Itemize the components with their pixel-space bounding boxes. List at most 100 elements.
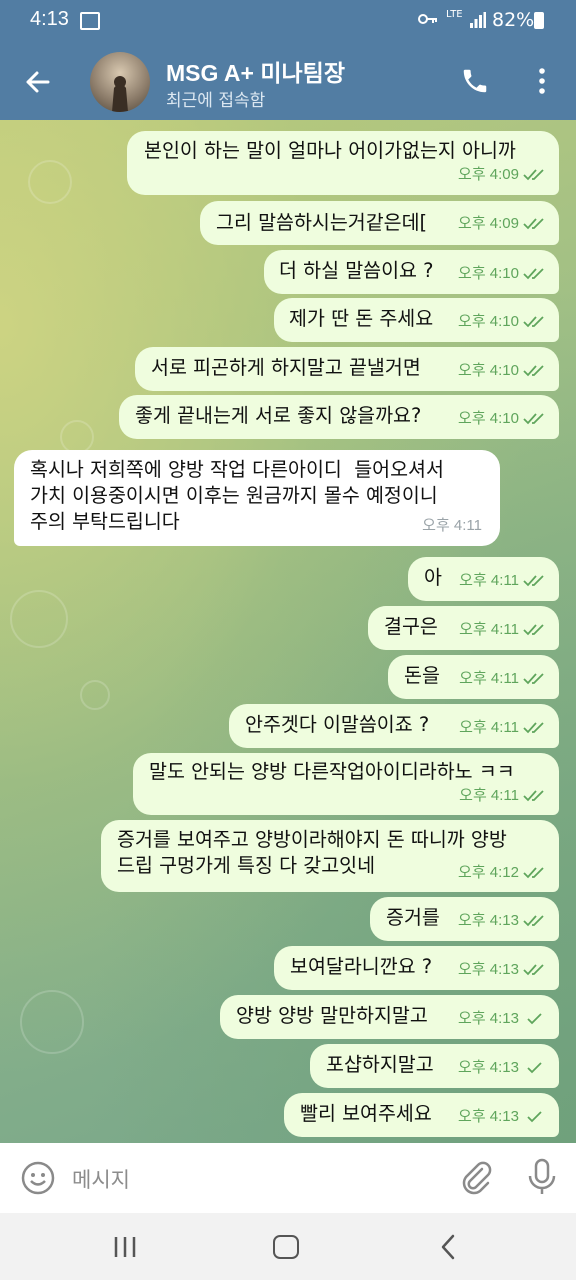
- message-meta: 오후 4:10: [458, 261, 549, 287]
- recent-apps-icon[interactable]: [112, 1235, 138, 1259]
- message-meta: 오후 4:10: [458, 309, 549, 335]
- message-composer: 메시지: [0, 1143, 576, 1213]
- message-meta: 오후 4:11: [459, 783, 549, 809]
- message-bubble-outgoing[interactable]: 빨리 보여주세요 오후 4:13: [284, 1093, 559, 1137]
- message-text: 결구은: [384, 615, 438, 638]
- message-meta: 오후 4:12: [458, 860, 549, 886]
- vpn-key-icon: [418, 14, 437, 24]
- message-text: 증거를: [386, 906, 440, 929]
- message-time: 오후 4:11: [459, 670, 519, 687]
- message-time: 오후 4:13: [458, 1010, 519, 1027]
- message-text: 제가 딴 돈 주세요: [289, 307, 434, 330]
- wallpaper-doodle: [10, 590, 68, 648]
- message-list[interactable]: 본인이 하는 말이 얼마나 어이가없는지 아니까 오후 4:09 그리 말씀하시…: [0, 120, 576, 1143]
- image-notification-icon: [80, 12, 100, 30]
- message-bubble-outgoing[interactable]: 본인이 하는 말이 얼마나 어이가없는지 아니까 오후 4:09: [127, 131, 559, 195]
- message-bubble-outgoing[interactable]: 보여달라니깐요 ? 오후 4:13: [274, 946, 559, 990]
- wallpaper-doodle: [20, 990, 84, 1054]
- message-bubble-outgoing[interactable]: 서로 피곤하게 하지말고 끝낼거면 오후 4:10: [135, 347, 559, 391]
- message-time: 오후 4:11: [459, 572, 519, 589]
- message-time: 오후 4:12: [458, 864, 519, 881]
- message-time: 오후 4:09: [458, 215, 519, 232]
- status-bar: 4:13 LTE 82%: [0, 0, 576, 44]
- message-bubble-outgoing[interactable]: 더 하실 말씀이요 ? 오후 4:10: [264, 250, 559, 294]
- double-check-icon: [523, 867, 544, 879]
- double-check-icon: [523, 722, 544, 734]
- double-check-icon: [523, 915, 544, 927]
- single-check-icon: [527, 1013, 542, 1025]
- message-input[interactable]: 메시지: [72, 1164, 130, 1194]
- message-time: 오후 4:09: [458, 166, 519, 183]
- message-text: 안주겟다 이말씀이죠 ?: [245, 713, 430, 736]
- message-bubble-outgoing[interactable]: 안주겟다 이말씀이죠 ? 오후 4:11: [229, 704, 559, 748]
- emoji-icon[interactable]: [20, 1160, 56, 1196]
- signal-icon: [470, 12, 486, 28]
- message-bubble-outgoing[interactable]: 증거를 오후 4:13: [370, 897, 559, 941]
- message-time: 오후 4:10: [458, 313, 519, 330]
- message-meta: 오후 4:09: [458, 162, 549, 188]
- message-meta: 오후 4:09: [458, 211, 549, 237]
- message-meta: 오후 4:10: [458, 406, 549, 432]
- avatar[interactable]: [90, 52, 150, 112]
- message-text: 서로 피곤하게 하지말고 끝낼거면: [151, 356, 421, 379]
- message-meta: 오후 4:11: [459, 666, 549, 692]
- message-time: 오후 4:13: [458, 912, 519, 929]
- message-meta: 오후 4:13: [458, 908, 549, 934]
- message-bubble-incoming[interactable]: 혹시나 저희쪽에 양방 작업 다른아이디 들어오셔서 가치 이용중이시면 이후는…: [14, 450, 500, 546]
- microphone-icon[interactable]: [526, 1158, 558, 1196]
- message-bubble-outgoing[interactable]: 좋게 끝내는게 서로 좋지 않을까요? 오후 4:10: [119, 395, 559, 439]
- message-meta: 오후 4:11: [459, 568, 549, 594]
- message-time: 오후 4:11: [459, 719, 519, 736]
- attach-icon[interactable]: [458, 1159, 494, 1195]
- message-time: 오후 4:10: [458, 265, 519, 282]
- double-check-icon: [523, 413, 544, 425]
- home-icon[interactable]: [273, 1235, 299, 1259]
- double-check-icon: [523, 365, 544, 377]
- message-text: 빨리 보여주세요: [300, 1102, 432, 1125]
- chat-header: MSG A+ 미나팀장 최근에 접속함: [0, 44, 576, 120]
- message-time: 오후 4:13: [458, 1059, 519, 1076]
- message-bubble-outgoing[interactable]: 결구은 오후 4:11: [368, 606, 559, 650]
- message-meta: 오후 4:13: [458, 1006, 549, 1032]
- more-options-icon[interactable]: [530, 66, 554, 96]
- message-bubble-outgoing[interactable]: 그리 말씀하시는거같은데[ 오후 4:09: [200, 201, 559, 245]
- message-text: 포샵하지말고: [326, 1053, 434, 1076]
- battery-percent: 82%: [492, 9, 535, 31]
- message-text: 본인이 하는 말이 얼마나 어이가없는지 아니까: [144, 139, 516, 162]
- message-bubble-outgoing[interactable]: 양방 양방 말만하지말고 오후 4:13: [220, 995, 559, 1039]
- wallpaper-doodle: [28, 160, 72, 204]
- double-check-icon: [523, 575, 544, 587]
- message-bubble-outgoing[interactable]: 돈을 오후 4:11: [388, 655, 559, 699]
- message-text: 더 하실 말씀이요 ?: [279, 259, 434, 282]
- message-text: 그리 말씀하시는거같은데[: [216, 211, 428, 234]
- double-check-icon: [523, 790, 544, 802]
- message-time: 오후 4:11: [459, 787, 519, 804]
- message-bubble-outgoing[interactable]: 포샵하지말고 오후 4:13: [310, 1044, 559, 1088]
- battery-icon: [534, 12, 544, 29]
- network-type: LTE: [446, 9, 463, 20]
- message-bubble-outgoing[interactable]: 아 오후 4:11: [408, 557, 559, 601]
- message-text: 혹시나 저희쪽에 양방 작업 다른아이디 들어오셔서 가치 이용중이시면 이후는…: [30, 458, 444, 533]
- message-text: 아: [424, 566, 442, 589]
- back-arrow-icon[interactable]: [22, 66, 54, 98]
- chat-title[interactable]: MSG A+ 미나팀장: [166, 54, 345, 88]
- message-meta: 오후 4:10: [458, 358, 549, 384]
- double-check-icon: [523, 218, 544, 230]
- message-time: 오후 4:13: [458, 961, 519, 978]
- message-meta: 오후 4:11: [459, 715, 549, 741]
- message-time: 오후 4:11: [459, 621, 519, 638]
- message-bubble-outgoing[interactable]: 증거를 보여주고 양방이라해야지 돈 따니까 양방 드립 구멍가게 특징 다 갖…: [101, 820, 559, 892]
- message-text: 보여달라니깐요 ?: [290, 955, 433, 978]
- single-check-icon: [527, 1062, 542, 1074]
- message-time: 오후 4:11: [422, 517, 482, 534]
- message-bubble-outgoing[interactable]: 말도 안되는 양방 다른작업아이디라하노 ㅋㅋ 오후 4:11: [133, 753, 559, 815]
- double-check-icon: [523, 169, 544, 181]
- status-time: 4:13: [30, 8, 69, 30]
- message-text: 돈을: [404, 664, 440, 687]
- wallpaper-doodle: [80, 680, 110, 710]
- message-bubble-outgoing[interactable]: 제가 딴 돈 주세요 오후 4:10: [274, 298, 559, 342]
- nav-back-icon[interactable]: [436, 1233, 460, 1261]
- double-check-icon: [523, 964, 544, 976]
- single-check-icon: [527, 1111, 542, 1123]
- phone-icon[interactable]: [460, 66, 490, 96]
